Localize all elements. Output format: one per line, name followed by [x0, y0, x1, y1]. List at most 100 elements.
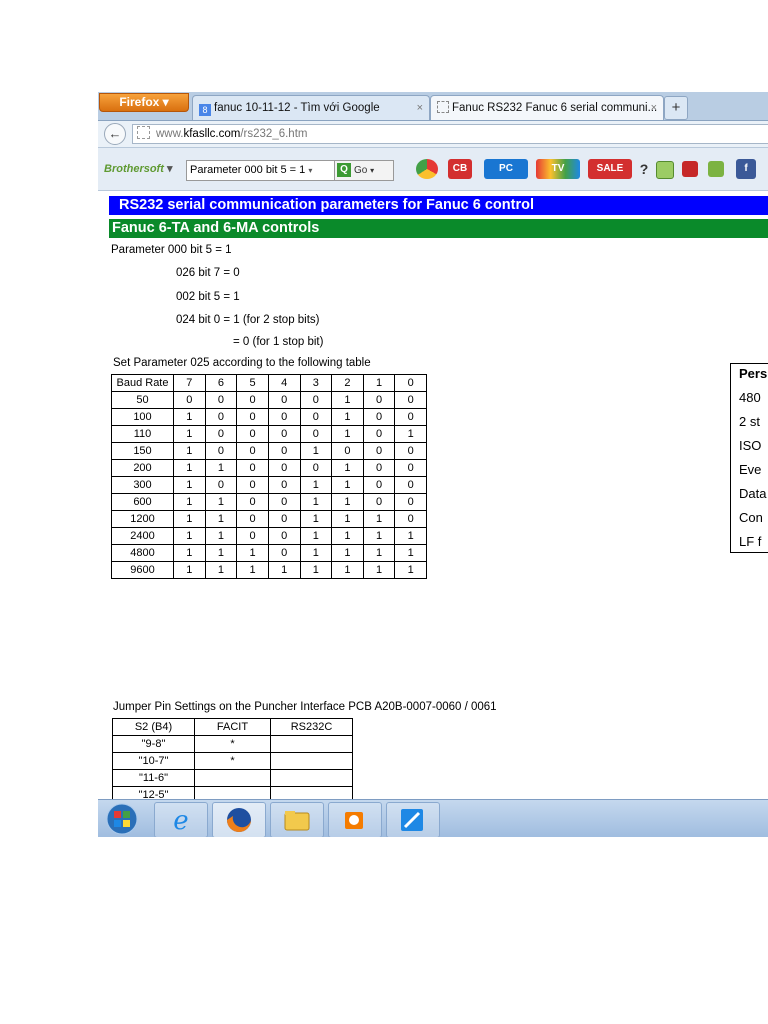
baud-table-header-cell: 6 — [204, 374, 238, 392]
back-button[interactable]: ← — [104, 123, 126, 145]
tab-google-search[interactable]: 8 fanuc 10-11-12 - Tìm với Google × — [192, 95, 430, 120]
close-tab-icon[interactable]: × — [651, 96, 657, 120]
windows-taskbar: e — [98, 799, 768, 837]
tab-fanuc-rs232[interactable]: Fanuc RS232 Fanuc 6 serial communi... × — [430, 95, 664, 120]
baud-table-cell: 110 — [111, 425, 174, 443]
baud-table-cell: 0 — [236, 442, 269, 460]
jumper-table-caption: Jumper Pin Settings on the Puncher Inter… — [113, 701, 497, 713]
baud-table-cell: 9600 — [111, 561, 174, 579]
pen-app-icon — [401, 809, 423, 831]
jumper-table-cell: "11-6" — [112, 769, 195, 787]
firefox-menu-button[interactable]: Firefox ▾ — [99, 93, 189, 112]
param-line: = 0 (for 1 stop bit) — [233, 336, 324, 348]
taskbar-app[interactable] — [386, 802, 440, 837]
baud-table-cell: 1 — [299, 527, 333, 545]
table-row: "9-8" * — [112, 735, 353, 753]
table-row: 50 0 0 0 0 0 1 0 0 — [111, 391, 427, 409]
baud-table-cell: 1 — [204, 459, 238, 477]
baud-table-header-cell: 3 — [299, 374, 333, 392]
side-settings-box: Pers 480 2 st ISO Eve Data Con LF f — [730, 363, 768, 553]
baud-table-caption: Set Parameter 025 according to the follo… — [113, 357, 371, 369]
baud-table-cell: 0 — [204, 442, 238, 460]
table-row: 110 1 0 0 0 0 1 0 1 — [111, 425, 427, 443]
page-title: RS232 serial communication parameters fo… — [109, 196, 768, 215]
baud-table-header-cell: 2 — [331, 374, 364, 392]
taskbar-media-player[interactable] — [328, 802, 382, 837]
site-identity-icon[interactable] — [137, 126, 150, 139]
calculator-icon[interactable] — [708, 161, 724, 177]
baud-table-cell: 1 — [331, 544, 364, 562]
param-line: Parameter 000 bit 5 = 1 — [111, 244, 232, 256]
baud-table-cell: 0 — [267, 476, 301, 494]
baud-table-cell: 1 — [236, 544, 269, 562]
baud-table-cell: 0 — [267, 442, 301, 460]
table-row: 9600 1 1 1 1 1 1 1 1 — [111, 561, 427, 579]
start-button[interactable] — [100, 802, 144, 836]
tv-icon[interactable]: TV — [536, 159, 580, 179]
sale-icon[interactable]: SALE — [588, 159, 632, 179]
baud-table-cell: 0 — [236, 459, 269, 477]
media-player-icon — [345, 812, 363, 829]
tab-title: fanuc 10-11-12 - Tìm với Google — [214, 102, 380, 114]
web-page: RS232 serial communication parameters fo… — [98, 191, 768, 837]
page-subtitle: Fanuc 6-TA and 6-MA controls — [109, 219, 768, 238]
toolbar-search-input[interactable]: Parameter 000 bit 5 = 1 ▾ — [186, 160, 339, 181]
baud-table-cell: 1 — [394, 425, 427, 443]
baud-table-cell: 1 — [299, 476, 333, 494]
jumper-table-cell — [270, 752, 353, 770]
baud-table-cell: 0 — [267, 510, 301, 528]
tab-strip: Firefox ▾ 8 fanuc 10-11-12 - Tìm với Goog… — [98, 92, 768, 121]
close-tab-icon[interactable]: × — [417, 96, 423, 120]
baud-table-cell: 1 — [362, 544, 396, 562]
baud-table-cell: 300 — [111, 476, 174, 494]
baud-table-cell: 1 — [299, 510, 333, 528]
baud-table-cell: 0 — [204, 408, 238, 426]
baud-table-cell: 0 — [394, 459, 427, 477]
help-icon[interactable]: ? — [638, 159, 650, 179]
cb-icon[interactable]: CB — [448, 159, 472, 179]
taskbar-file-explorer[interactable] — [270, 802, 324, 837]
baud-table-cell: 1 — [362, 561, 396, 579]
facebook-icon[interactable]: f — [736, 159, 756, 179]
chat-icon[interactable] — [656, 161, 674, 179]
baud-table-cell: 0 — [362, 391, 396, 409]
baud-table-cell: 200 — [111, 459, 174, 477]
table-row: 300 1 0 0 0 1 1 0 0 — [111, 476, 427, 494]
go-button[interactable]: Q Go ▾ — [334, 160, 394, 181]
baud-table-cell: 0 — [331, 442, 364, 460]
baud-table-cell: 1 — [236, 561, 269, 579]
new-tab-button[interactable]: + — [664, 96, 688, 120]
pc-icon[interactable]: PC — [484, 159, 528, 179]
firefox-icon — [227, 808, 251, 832]
side-box-line: Pers — [739, 366, 768, 381]
search-icon: Q — [337, 163, 351, 177]
baud-table-cell: 600 — [111, 493, 174, 511]
baud-table-cell: 0 — [299, 425, 333, 443]
baud-table-cell: 1 — [331, 476, 364, 494]
chrome-icon[interactable] — [416, 159, 438, 179]
baud-table-cell: 1 — [299, 493, 333, 511]
taskbar-firefox[interactable] — [212, 802, 266, 837]
baud-table-cell: 1 — [331, 493, 364, 511]
baud-table-cell: 1 — [299, 544, 333, 562]
table-row: 100 1 0 0 0 0 1 0 0 — [111, 408, 427, 426]
param-line: 024 bit 0 = 1 (for 2 stop bits) — [176, 314, 320, 326]
youtube-icon[interactable] — [682, 161, 698, 177]
baud-table-cell: 0 — [204, 391, 238, 409]
brothersoft-logo[interactable]: Brothersoft ▾ — [104, 162, 172, 175]
google-icon: 8 — [199, 104, 211, 116]
baud-table-cell: 1200 — [111, 510, 174, 528]
baud-table-cell: 1 — [204, 527, 238, 545]
taskbar-internet-explorer[interactable]: e — [154, 802, 208, 837]
baud-table-cell: 0 — [267, 459, 301, 477]
address-bar[interactable]: www.kfasllc.com/rs232_6.htm — [132, 124, 768, 144]
baud-table-cell: 0 — [394, 442, 427, 460]
table-row: 150 1 0 0 0 1 0 0 0 — [111, 442, 427, 460]
navigation-bar: ← www.kfasllc.com/rs232_6.htm — [98, 121, 768, 148]
baud-table-cell: 1 — [173, 425, 206, 443]
baud-table-cell: 0 — [299, 391, 333, 409]
baud-table-cell: 0 — [362, 408, 396, 426]
baud-table-cell: 0 — [362, 442, 396, 460]
table-row: 200 1 1 0 0 0 1 0 0 — [111, 459, 427, 477]
jumper-table-cell — [194, 769, 271, 787]
